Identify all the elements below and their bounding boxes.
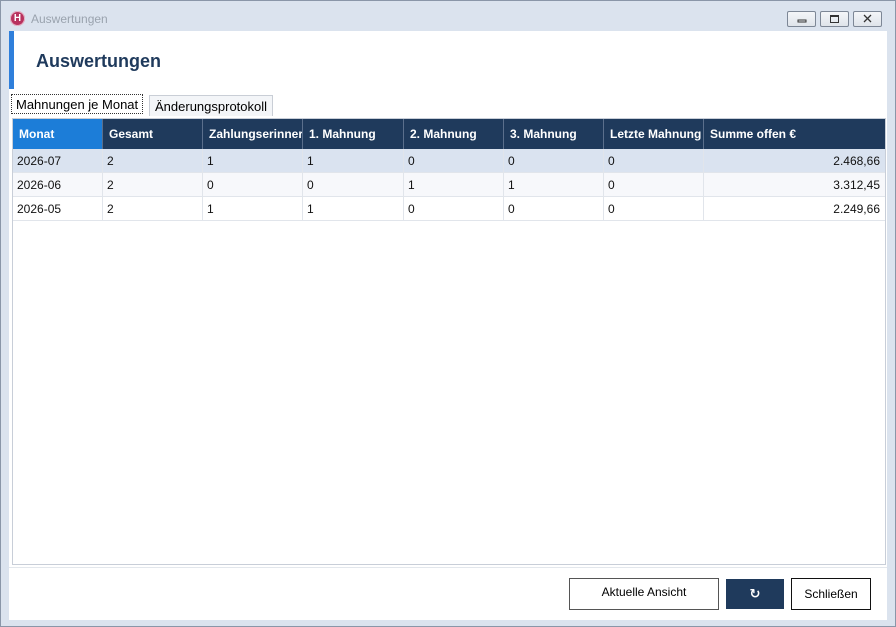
footer-divider <box>9 567 887 568</box>
tab-mahnungen-je-monat[interactable]: Mahnungen je Monat <box>11 94 144 114</box>
app-logo-icon: H <box>10 11 25 26</box>
cell-summe-offen[interactable]: 2.249,66 <box>704 197 885 221</box>
cell-summe-offen[interactable]: 2.468,66 <box>704 149 885 173</box>
cell-1-mahnung[interactable]: 0 <box>303 173 404 197</box>
cell-zahlungserinnerung[interactable]: 0 <box>203 173 303 197</box>
column-header-2-mahnung[interactable]: 2. Mahnung <box>404 119 504 149</box>
column-header-letzte-mahnung[interactable]: Letzte Mahnung <box>604 119 704 149</box>
current-view-button[interactable]: Aktuelle Ansicht <box>569 578 719 610</box>
refresh-icon: ↻ <box>749 586 761 601</box>
close-window-button[interactable] <box>853 11 882 27</box>
cell-zahlungserinnerung[interactable]: 1 <box>203 149 303 173</box>
cell-2-mahnung[interactable]: 0 <box>404 197 504 221</box>
maximize-icon <box>830 15 839 23</box>
column-header-monat[interactable]: Monat <box>13 119 103 149</box>
column-header-summe-offen[interactable]: Summe offen € <box>704 119 885 149</box>
minimize-button[interactable] <box>787 11 816 27</box>
cell-2-mahnung[interactable]: 1 <box>404 173 504 197</box>
refresh-button[interactable]: ↻ <box>726 579 784 609</box>
cell-letzte-mahnung[interactable]: 0 <box>604 197 704 221</box>
column-header-zahlungserinnerung[interactable]: Zahlungserinnerung <box>203 119 303 149</box>
cell-zahlungserinnerung[interactable]: 1 <box>203 197 303 221</box>
cell-2-mahnung[interactable]: 0 <box>404 149 504 173</box>
column-header-gesamt[interactable]: Gesamt <box>103 119 203 149</box>
close-icon <box>863 14 872 23</box>
close-button[interactable]: Schließen <box>791 578 871 610</box>
table-row[interactable]: 2026-07 2 1 1 0 0 0 2.468,66 <box>13 149 885 173</box>
table-row[interactable]: 2026-05 2 1 1 0 0 0 2.249,66 <box>13 197 885 221</box>
maximize-button[interactable] <box>820 11 849 27</box>
dialog-content: Auswertungen Mahnungen je Monat Änderung… <box>9 31 887 620</box>
cell-monat[interactable]: 2026-06 <box>13 173 103 197</box>
cell-gesamt[interactable]: 2 <box>103 149 203 173</box>
page-title: Auswertungen <box>36 51 162 71</box>
column-header-1-mahnung[interactable]: 1. Mahnung <box>303 119 404 149</box>
cell-letzte-mahnung[interactable]: 0 <box>604 173 704 197</box>
tab-aenderungsprotokoll[interactable]: Änderungsprotokoll <box>149 95 274 116</box>
app-window: H Auswertungen Auswertungen Mahnungen je… <box>0 0 896 627</box>
cell-gesamt[interactable]: 2 <box>103 197 203 221</box>
cell-summe-offen[interactable]: 3.312,45 <box>704 173 885 197</box>
cell-3-mahnung[interactable]: 0 <box>504 149 604 173</box>
cell-1-mahnung[interactable]: 1 <box>303 149 404 173</box>
cell-3-mahnung[interactable]: 0 <box>504 197 604 221</box>
cell-1-mahnung[interactable]: 1 <box>303 197 404 221</box>
cell-monat[interactable]: 2026-07 <box>13 149 103 173</box>
grid-header: Monat Gesamt Zahlungserinnerung 1. Mahnu… <box>13 119 885 149</box>
minimize-icon <box>797 19 807 23</box>
accent-bar <box>9 31 14 89</box>
cell-3-mahnung[interactable]: 1 <box>504 173 604 197</box>
title-bar[interactable]: H Auswertungen <box>1 1 895 31</box>
cell-letzte-mahnung[interactable]: 0 <box>604 149 704 173</box>
window-title: Auswertungen <box>31 12 108 26</box>
data-grid[interactable]: Monat Gesamt Zahlungserinnerung 1. Mahnu… <box>12 118 886 565</box>
cell-monat[interactable]: 2026-05 <box>13 197 103 221</box>
table-row[interactable]: 2026-06 2 0 0 1 1 0 3.312,45 <box>13 173 885 197</box>
column-header-3-mahnung[interactable]: 3. Mahnung <box>504 119 604 149</box>
cell-gesamt[interactable]: 2 <box>103 173 203 197</box>
